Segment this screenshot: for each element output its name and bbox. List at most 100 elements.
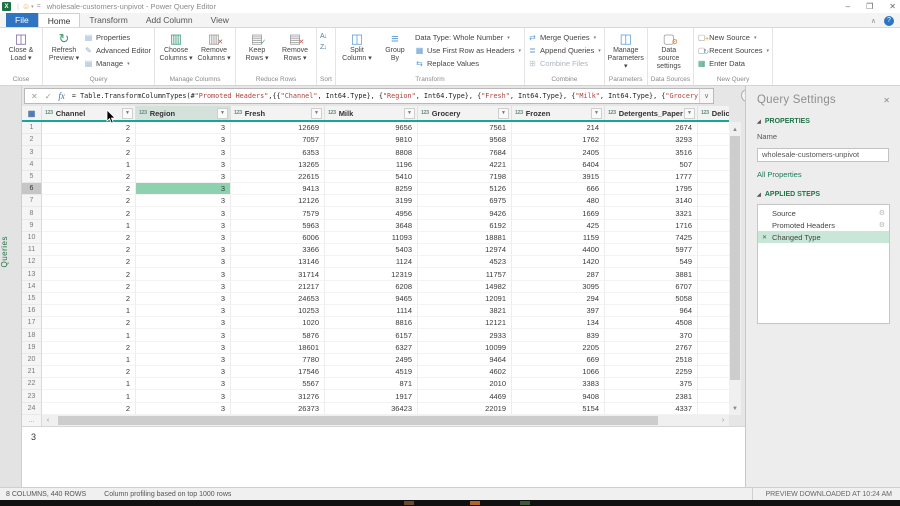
grid-cell[interactable]: 18881 <box>418 232 512 244</box>
grid-cell[interactable]: 1114 <box>325 305 418 317</box>
grid-cell[interactable]: 4956 <box>325 207 418 219</box>
grid-cell[interactable]: 9408 <box>512 390 605 402</box>
grid-cell[interactable]: 1776 <box>698 134 729 146</box>
grid-cell[interactable]: 22615 <box>231 171 325 183</box>
advanced-editor-button[interactable]: ✎Advanced Editor <box>84 45 151 56</box>
tab-view[interactable]: View <box>202 13 238 27</box>
grid-cell[interactable]: 2 <box>42 195 136 207</box>
manage-button[interactable]: ▤Manage▾ <box>84 58 151 69</box>
properties-section-header[interactable]: ◢ PROPERTIES <box>757 118 890 125</box>
grid-cell[interactable]: 5876 <box>231 329 325 341</box>
grid-cell[interactable]: 3 <box>136 183 231 195</box>
grid-cell[interactable]: 2 <box>42 171 136 183</box>
grid-cell[interactable]: 9465 <box>325 293 418 305</box>
grid-cell[interactable]: 3199 <box>325 195 418 207</box>
grid-cell[interactable]: 397 <box>512 305 605 317</box>
grid-cell[interactable]: 2767 <box>605 342 698 354</box>
grid-cell[interactable]: 12319 <box>325 268 418 280</box>
grid-cell[interactable]: 6208 <box>325 281 418 293</box>
grid-cell[interactable]: 2 <box>42 366 136 378</box>
grid-cell[interactable]: 3821 <box>418 305 512 317</box>
grid-cell[interactable]: 3 <box>136 317 231 329</box>
grid-cell[interactable]: 2381 <box>605 390 698 402</box>
grid-cell[interactable]: 2933 <box>418 329 512 341</box>
grid-cell[interactable]: 4523 <box>418 256 512 268</box>
grid-cell[interactable]: 6006 <box>231 232 325 244</box>
choose-columns-button[interactable]: ▥Choose Columns ▾ <box>158 29 194 63</box>
grid-cell[interactable]: 3 <box>136 195 231 207</box>
grid-cell[interactable]: 3 <box>136 354 231 366</box>
tab-home[interactable]: Home <box>38 13 81 27</box>
grid-cell[interactable]: 839 <box>512 329 605 341</box>
query-name-input[interactable] <box>757 148 889 162</box>
grid-cell[interactable]: 9464 <box>418 354 512 366</box>
grid-cell[interactable]: 5410 <box>325 171 418 183</box>
grid-cell[interactable]: 497 <box>698 256 729 268</box>
filter-dropdown-icon[interactable]: ▼ <box>217 108 228 119</box>
grid-cell[interactable]: 31714 <box>231 268 325 280</box>
grid-cell[interactable]: 11757 <box>418 268 512 280</box>
grid-cell[interactable]: 3 <box>136 171 231 183</box>
grid-cell[interactable]: 8808 <box>325 146 418 158</box>
grid-cell[interactable]: 2 <box>42 281 136 293</box>
select-all-columns-button[interactable]: ▦ <box>22 106 42 120</box>
grid-cell[interactable]: 7198 <box>418 171 512 183</box>
grid-cell[interactable]: 287 <box>512 268 605 280</box>
grid-cell[interactable]: 545 <box>698 195 729 207</box>
grid-cell[interactable]: 7684 <box>418 146 512 158</box>
minimize-button[interactable]: – <box>846 2 850 11</box>
tab-transform[interactable]: Transform <box>80 13 136 27</box>
grid-cell[interactable]: 2259 <box>605 366 698 378</box>
append-queries-button[interactable]: ≣Append Queries▾ <box>528 45 601 56</box>
grid-cell[interactable]: 5567 <box>231 378 325 390</box>
filter-dropdown-icon[interactable]: ▼ <box>684 108 695 119</box>
grid-cell[interactable]: 31276 <box>231 390 325 402</box>
grid-cell[interactable]: 6192 <box>418 220 512 232</box>
column-header-delicassen[interactable]: 123Delicassen▼ <box>698 106 729 120</box>
row-number[interactable]: 21 <box>22 366 42 378</box>
column-header-milk[interactable]: 123Milk▼ <box>325 106 418 120</box>
grid-cell[interactable]: 3 <box>136 244 231 256</box>
grid-cell[interactable]: 7780 <box>231 354 325 366</box>
grid-cell[interactable]: 3 <box>136 207 231 219</box>
grid-cell[interactable]: 3 <box>136 220 231 232</box>
grid-cell[interactable]: 3 <box>136 281 231 293</box>
panel-close-icon[interactable]: ✕ <box>883 96 890 105</box>
properties-button[interactable]: ▤Properties <box>84 32 151 43</box>
row-number[interactable]: 4 <box>22 159 42 171</box>
grid-cell[interactable]: 5403 <box>325 244 418 256</box>
grid-cell[interactable]: 2010 <box>418 378 512 390</box>
data-source-settings-button[interactable]: ▢⚙Data source settings <box>651 29 687 71</box>
grid-cell[interactable]: 1917 <box>325 390 418 402</box>
grid-cell[interactable]: 3 <box>136 366 231 378</box>
column-header-fresh[interactable]: 123Fresh▼ <box>231 106 325 120</box>
tab-add-column[interactable]: Add Column <box>137 13 202 27</box>
group-by-button[interactable]: ≡Group By <box>377 29 413 63</box>
row-number[interactable]: 1 <box>22 122 42 134</box>
grid-cell[interactable]: 294 <box>512 293 605 305</box>
column-header-region[interactable]: 123Region▼ <box>136 106 231 120</box>
grid-cell[interactable]: 5058 <box>605 293 698 305</box>
grid-cell[interactable]: 3383 <box>512 378 605 390</box>
grid-cell[interactable]: 18601 <box>231 342 325 354</box>
grid-cell[interactable]: 12126 <box>231 195 325 207</box>
grid-cell[interactable]: 4334 <box>698 390 729 402</box>
grid-cell[interactable]: 2 <box>42 183 136 195</box>
grid-cell[interactable]: 1020 <box>231 317 325 329</box>
grid-cell[interactable]: 7579 <box>231 207 325 219</box>
row-number[interactable]: 23 <box>22 390 42 402</box>
grid-cell[interactable]: 1124 <box>325 256 418 268</box>
grid-cell[interactable]: 1196 <box>325 159 418 171</box>
grid-cell[interactable]: 6353 <box>231 146 325 158</box>
formula-expand-icon[interactable]: ∨ <box>699 89 713 103</box>
grid-cell[interactable]: 9568 <box>418 134 512 146</box>
grid-cell[interactable]: 569 <box>698 378 729 390</box>
grid-cell[interactable]: 1716 <box>605 220 698 232</box>
grid-cell[interactable]: 1 <box>42 378 136 390</box>
grid-cell[interactable]: 7057 <box>231 134 325 146</box>
grid-cell[interactable]: 14982 <box>418 281 512 293</box>
sort-az-button[interactable]: A↓ <box>320 33 326 41</box>
row-number[interactable]: 20 <box>22 354 42 366</box>
grid-cell[interactable]: 1 <box>42 390 136 402</box>
grid-cell[interactable]: 2168 <box>698 293 729 305</box>
